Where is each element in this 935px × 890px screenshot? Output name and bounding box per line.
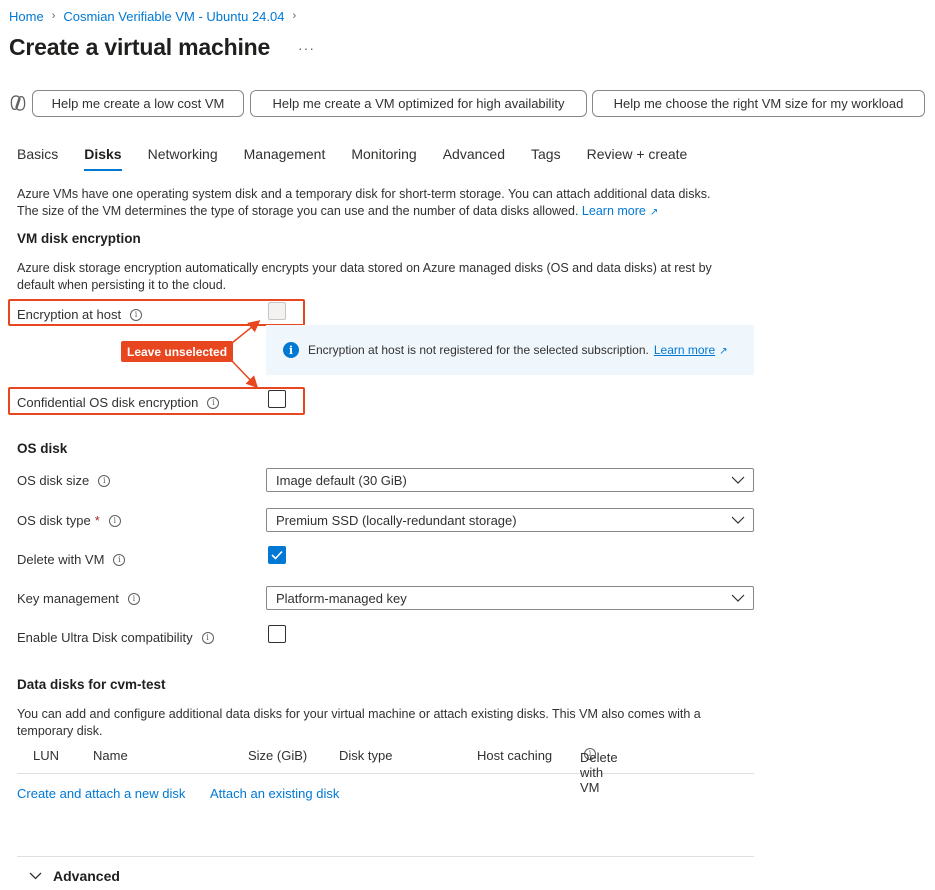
tab-disks[interactable]: Disks — [84, 146, 122, 171]
tab-review-create[interactable]: Review + create — [587, 146, 688, 171]
encryption-description: Azure disk storage encryption automatica… — [17, 260, 712, 294]
intro-line-1: Azure VMs have one operating system disk… — [17, 187, 711, 201]
more-options-button[interactable]: ··· — [298, 40, 315, 56]
advanced-label: Advanced — [53, 868, 120, 884]
data-disks-description: You can add and configure additional dat… — [17, 706, 701, 740]
chevron-down-icon — [731, 594, 745, 602]
column-header-size: Size (GiB) — [248, 748, 308, 763]
encryption-at-host-text: Encryption at host — [17, 307, 122, 322]
column-header-disk-type: Disk type — [339, 748, 393, 763]
info-icon: i — [283, 342, 299, 358]
chevron-down-icon — [731, 476, 745, 484]
intro-line-2-text: The size of the VM determines the type o… — [17, 204, 579, 218]
encryption-heading: VM disk encryption — [17, 231, 141, 246]
encryption-info-learn-more-link[interactable]: Learn more ↗ — [654, 343, 728, 357]
ultra-disk-checkbox[interactable] — [268, 625, 286, 643]
info-icon[interactable]: i — [130, 308, 143, 321]
breadcrumb-home[interactable]: Home — [9, 9, 44, 24]
copilot-icon — [10, 95, 26, 111]
key-management-value: Platform-managed key — [276, 590, 407, 606]
column-header-delete-with-vm-text: Delete with VM — [580, 750, 618, 795]
info-icon[interactable]: i — [108, 514, 121, 527]
ultra-disk-label: Enable Ultra Disk compatibility i — [17, 630, 214, 645]
external-link-icon: ↗ — [719, 346, 728, 357]
os-disk-size-dropdown[interactable]: Image default (30 GiB) — [266, 468, 754, 492]
annotation-callout: Leave unselected — [121, 341, 234, 362]
delete-with-vm-label: Delete with VM i — [17, 552, 126, 567]
os-disk-type-value: Premium SSD (locally-redundant storage) — [276, 512, 517, 528]
column-header-lun: LUN — [33, 748, 60, 763]
info-icon[interactable]: i — [98, 474, 111, 487]
os-disk-type-dropdown[interactable]: Premium SSD (locally-redundant storage) — [266, 508, 754, 532]
external-link-icon: ↗ — [649, 207, 659, 218]
delete-with-vm-checkbox[interactable] — [268, 546, 286, 564]
info-icon[interactable]: i — [127, 592, 140, 605]
encryption-at-host-checkbox[interactable] — [268, 302, 286, 320]
chevron-right-icon: › — [51, 10, 56, 22]
info-icon[interactable]: i — [201, 631, 214, 644]
encryption-desc-line-2: default when persisting it to the cloud. — [17, 278, 227, 292]
required-asterisk: * — [94, 513, 100, 528]
info-icon[interactable]: i — [113, 553, 126, 566]
column-header-name: Name — [93, 748, 128, 763]
encryption-info-text: Encryption at host is not registered for… — [308, 343, 649, 357]
data-disks-heading: Data disks for cvm-test — [17, 677, 166, 692]
os-disk-size-value: Image default (30 GiB) — [276, 472, 407, 488]
intro-text: Azure VMs have one operating system disk… — [17, 186, 710, 221]
intro-learn-more-link[interactable]: Learn more ↗ — [582, 204, 658, 218]
encryption-at-host-label: Encryption at host i — [17, 307, 143, 322]
os-disk-heading: OS disk — [17, 441, 68, 456]
tab-management[interactable]: Management — [244, 146, 326, 171]
tab-tags[interactable]: Tags — [531, 146, 561, 171]
intro-learn-more-label: Learn more — [581, 204, 646, 218]
os-disk-type-label: OS disk type * i — [17, 513, 121, 528]
tab-networking[interactable]: Networking — [148, 146, 218, 171]
tab-basics[interactable]: Basics — [17, 146, 58, 171]
advanced-expander[interactable]: Advanced — [29, 868, 120, 884]
delete-with-vm-text: Delete with VM — [17, 552, 105, 567]
tab-monitoring[interactable]: Monitoring — [351, 146, 416, 171]
copilot-prompt-high-availability[interactable]: Help me create a VM optimized for high a… — [250, 90, 587, 117]
encryption-desc-line-1: Azure disk storage encryption automatica… — [17, 261, 712, 275]
intro-line-2: The size of the VM determines the type o… — [17, 203, 710, 221]
os-disk-type-text: OS disk type — [17, 513, 91, 528]
data-disks-desc-line-1: You can add and configure additional dat… — [17, 707, 701, 721]
data-disks-table-header: LUN Name Size (GiB) Disk type Host cachi… — [17, 746, 754, 795]
info-icon[interactable]: i — [207, 396, 220, 409]
ultra-disk-text: Enable Ultra Disk compatibility — [17, 630, 193, 645]
checkmark-icon — [271, 550, 283, 560]
section-divider — [17, 856, 754, 857]
confidential-encryption-label: Confidential OS disk encryption i — [17, 395, 220, 410]
encryption-info-banner: i Encryption at host is not registered f… — [266, 325, 754, 375]
attach-existing-disk-link[interactable]: Attach an existing disk — [210, 786, 339, 801]
encryption-info-learn-more-label: Learn more — [653, 343, 716, 357]
os-disk-size-text: OS disk size — [17, 473, 90, 488]
confidential-encryption-checkbox[interactable] — [268, 390, 286, 408]
chevron-down-icon — [731, 516, 745, 524]
copilot-prompt-low-cost[interactable]: Help me create a low cost VM — [32, 90, 244, 117]
data-disks-desc-line-2: temporary disk. — [17, 724, 103, 738]
create-attach-disk-link[interactable]: Create and attach a new disk — [17, 786, 185, 801]
tab-advanced[interactable]: Advanced — [443, 146, 505, 171]
column-header-delete-with-vm: Delete with VM i — [580, 748, 618, 795]
tab-bar: Basics Disks Networking Management Monit… — [17, 146, 713, 171]
page-title: Create a virtual machine — [9, 34, 271, 60]
copilot-prompt-vm-size[interactable]: Help me choose the right VM size for my … — [592, 90, 925, 117]
chevron-right-icon: › — [292, 10, 297, 22]
key-management-text: Key management — [17, 591, 119, 606]
breadcrumb: Home › Cosmian Verifiable VM - Ubuntu 24… — [9, 7, 304, 25]
os-disk-size-label: OS disk size i — [17, 473, 111, 488]
breadcrumb-current[interactable]: Cosmian Verifiable VM - Ubuntu 24.04 — [63, 9, 284, 24]
key-management-label: Key management i — [17, 591, 140, 606]
key-management-dropdown[interactable]: Platform-managed key — [266, 586, 754, 610]
confidential-encryption-text: Confidential OS disk encryption — [17, 395, 199, 410]
column-header-host-caching: Host caching — [477, 748, 553, 763]
chevron-down-icon — [29, 872, 42, 880]
